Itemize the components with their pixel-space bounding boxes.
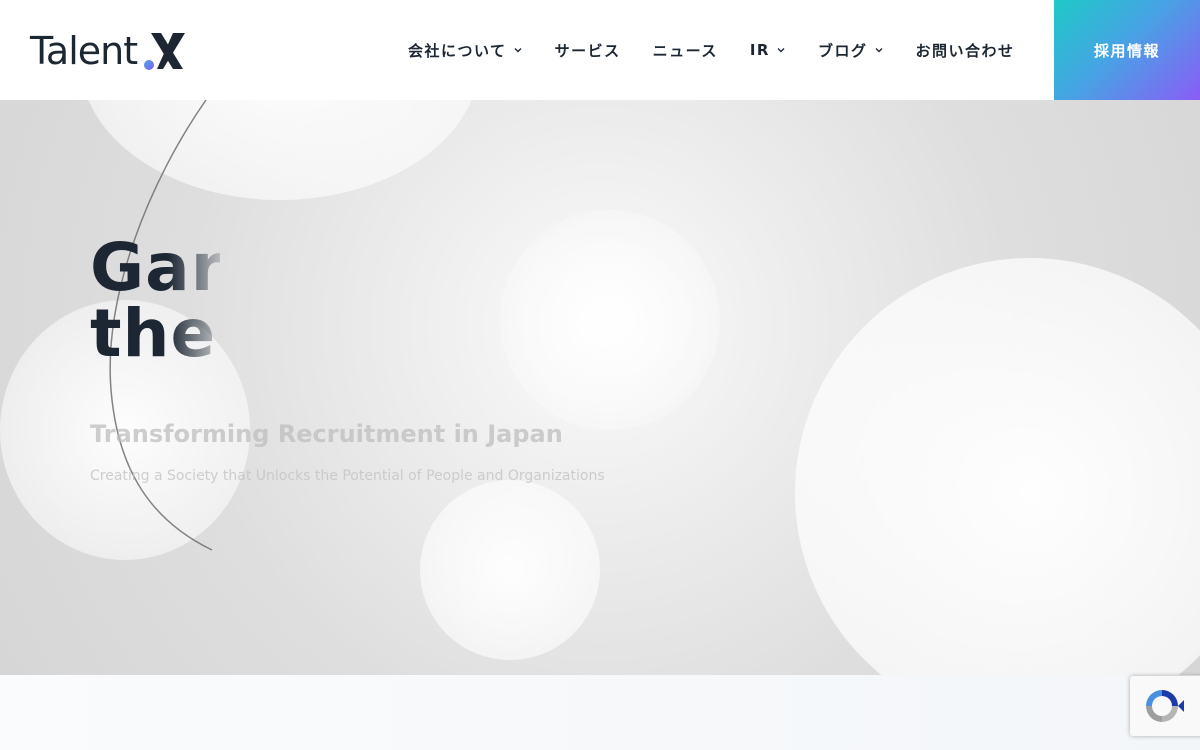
- hero-subtitle: Transforming Recruitment in Japan: [90, 420, 563, 448]
- nav-item-blog[interactable]: ブログ: [818, 40, 884, 61]
- nav-item-ir[interactable]: IR: [750, 41, 786, 59]
- hero-description: Creating a Society that Unlocks the Pote…: [90, 468, 605, 484]
- hero-title: Gar the: [90, 235, 220, 367]
- chevron-down-icon: [513, 45, 523, 55]
- next-section: [0, 675, 1200, 750]
- nav-item-news[interactable]: ニュース: [653, 40, 718, 61]
- x-logo-icon: [141, 29, 191, 73]
- nav-label: IR: [749, 41, 770, 59]
- nav-label: お問い合わせ: [915, 41, 1015, 60]
- talentx-logo[interactable]: Talent: [30, 26, 191, 76]
- nav-label: サービス: [554, 41, 621, 60]
- nav-item-services[interactable]: サービス: [555, 40, 621, 61]
- hero-title-line: Gar: [90, 235, 220, 306]
- hero-title-line: the: [90, 295, 217, 367]
- recaptcha-badge[interactable]: [1130, 676, 1200, 736]
- main-nav: 会社について サービス ニュース IR ブログ お問い合わせ: [408, 0, 1047, 100]
- decorative-arc: [109, 100, 213, 551]
- hero-section: Gar the Transforming Recruitment in Japa…: [0, 100, 1200, 675]
- nav-item-company[interactable]: 会社について: [408, 40, 523, 61]
- bokeh-light: [500, 210, 720, 430]
- site-header: Talent 会社について サービス ニュース IR ブログ お問い合わせ 採用…: [0, 0, 1200, 100]
- nav-label: ニュース: [652, 41, 718, 60]
- bokeh-light: [420, 480, 600, 660]
- nav-label: 会社について: [408, 41, 507, 60]
- bokeh-light: [795, 258, 1200, 675]
- nav-label: ブログ: [817, 41, 868, 60]
- chevron-down-icon: [874, 45, 884, 55]
- chevron-down-icon: [776, 45, 786, 55]
- recruit-button[interactable]: 採用情報: [1054, 0, 1200, 100]
- logo-text: Talent: [30, 29, 138, 73]
- recaptcha-icon: [1140, 684, 1184, 728]
- nav-item-contact[interactable]: お問い合わせ: [916, 40, 1015, 61]
